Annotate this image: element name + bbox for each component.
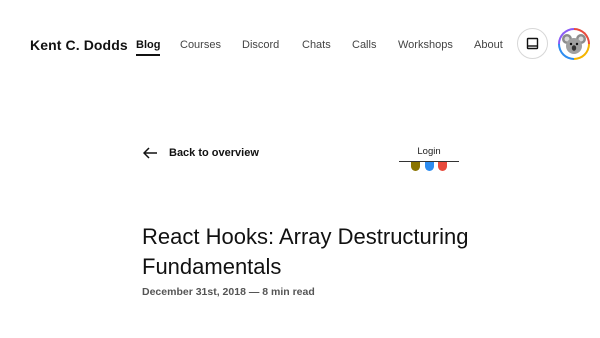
nav-link-about[interactable]: About <box>474 39 503 51</box>
team-indicators <box>411 162 447 171</box>
theme-toggle-icon <box>526 37 539 50</box>
back-to-overview-link[interactable]: Back to overview <box>143 147 259 159</box>
nav-link-workshops[interactable]: Workshops <box>398 39 453 51</box>
arrow-left-icon <box>143 147 157 159</box>
brand-link[interactable]: Kent C. Dodds <box>30 37 128 53</box>
site-header: Kent C. Dodds Blog Courses Discord Chats… <box>0 0 600 90</box>
avatar-link[interactable] <box>558 28 590 60</box>
back-link-label: Back to overview <box>169 147 259 159</box>
team-dot-yellow <box>411 162 420 171</box>
koala-avatar-icon <box>562 34 586 54</box>
team-dot-red <box>438 162 447 171</box>
post-title: React Hooks: Array Destructuring Fundame… <box>142 224 469 279</box>
team-dot-blue <box>424 162 434 171</box>
avatar <box>560 30 588 58</box>
login-link[interactable]: Login <box>399 146 459 162</box>
login-widget: Login <box>399 146 459 171</box>
nav-link-calls[interactable]: Calls <box>352 39 376 51</box>
nav-link-discord[interactable]: Discord <box>242 39 279 51</box>
nav-link-blog[interactable]: Blog <box>136 39 161 56</box>
theme-toggle-button[interactable] <box>517 28 548 59</box>
nav-link-chats[interactable]: Chats <box>302 39 331 51</box>
post-meta: December 31st, 2018 — 8 min read <box>142 286 315 298</box>
nav-link-courses[interactable]: Courses <box>180 39 221 51</box>
